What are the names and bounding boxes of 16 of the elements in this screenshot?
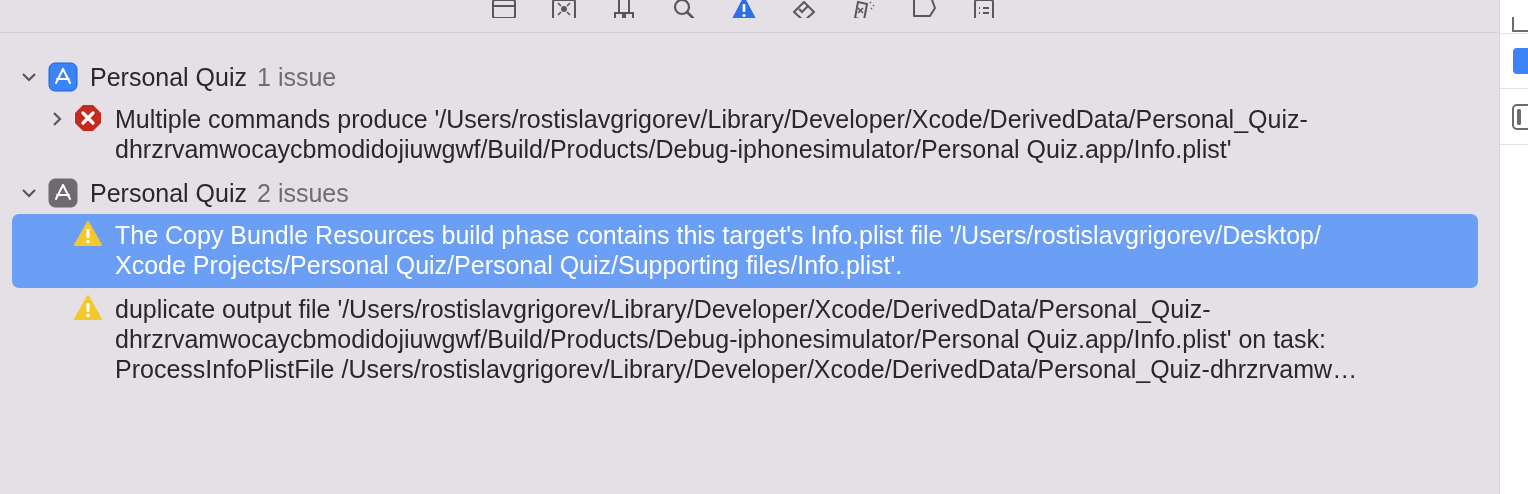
warning-icon: [74, 294, 102, 322]
issue-row[interactable]: Multiple commands produce '/Users/rostislavgrigorev/Library/Developer/Xcode/DerivedData/Personal_Quiz- dhrzrvamwocaycbmodidojiuwgwf/Build/Products/Debug-iphonesimulator/Personal Quiz.app/Info.plist': [12, 98, 1478, 172]
group-title: Personal Quiz: [90, 62, 248, 92]
tag-icon[interactable]: [910, 0, 938, 18]
warning-icon: [74, 220, 102, 248]
group-title: Personal Quiz: [90, 178, 248, 208]
issue-message: Multiple commands produce '/Users/rostislavgrigorev/Library/Developer/Xcode/DerivedData/Personal_Quiz- dhrzrvamwocaycbmodidojiuwgwf/Build/Products/Debug-iphonesimulator/Personal Quiz.app/Info.plist': [115, 104, 1308, 164]
square-sparkle-icon[interactable]: [550, 0, 578, 18]
issue-message: The Copy Bundle Resources build phase contains this target's Info.plist file '/Users/rostislavgrigorev/Desktop/ Xcode Projects/Personal Quiz/Personal Quiz/Supporting files/Info.plist'.: [115, 220, 1321, 280]
window-icon[interactable]: [490, 0, 518, 18]
issue-count: 1 issue: [257, 62, 337, 92]
diamond-check-icon[interactable]: [790, 0, 818, 18]
warning-icon[interactable]: [730, 0, 758, 18]
error-icon: [74, 104, 102, 132]
issue-count: 2 issues: [257, 178, 349, 208]
issue-message: duplicate output file '/Users/rostislavgrigorev/Library/Developer/Xcode/DerivedData/Personal_Quiz- dhrzrvamwocaycbmodidojiuwgwf/Build/Products/Debug-iphonesimulator/Personal Quiz.app/Info.plist' on task: ProcessInfoPlistFile /Users/rostislavgrigorev/Library/Developer/Xcode/DerivedData/Personal_Quiz-dhrzrvamw…: [115, 294, 1358, 384]
